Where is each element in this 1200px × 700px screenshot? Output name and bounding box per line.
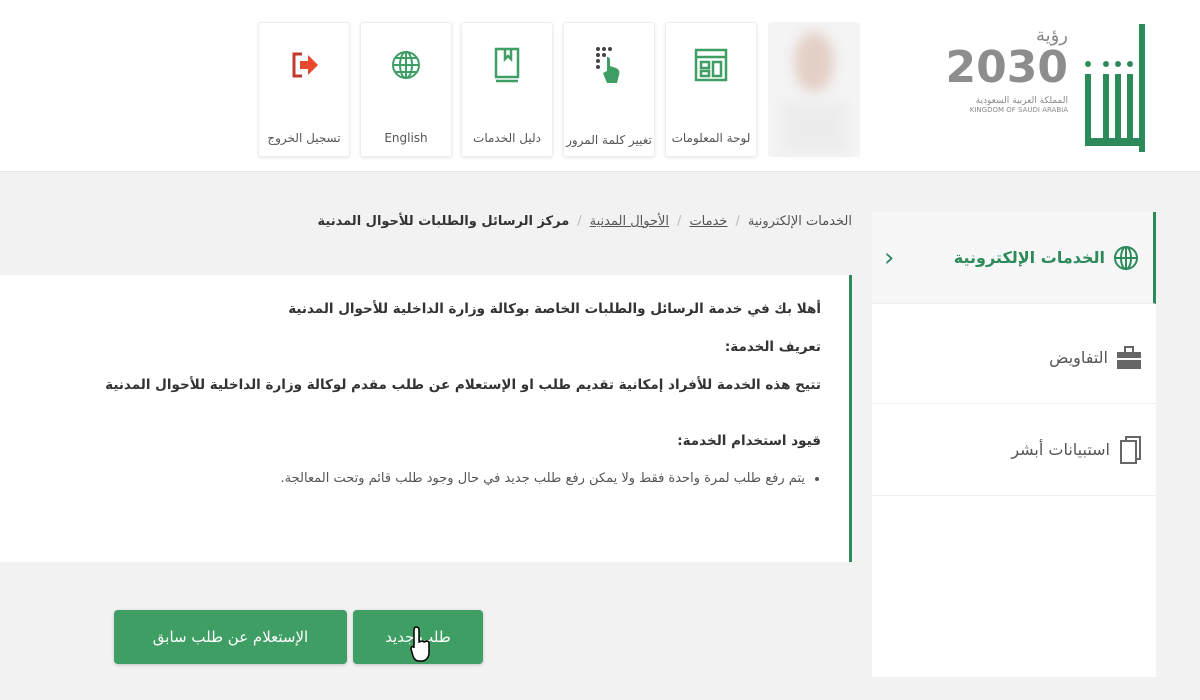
inquire-request-button[interactable]: الإستعلام عن طلب سابق (114, 610, 347, 664)
change-password-button[interactable]: تغيير كلمة المرور (563, 22, 655, 157)
dashboard-icon (694, 45, 728, 85)
breadcrumb-current: مركز الرسائل والطلبات للأحوال المدنية (317, 214, 570, 229)
breadcrumb-civil-affairs[interactable]: الأحوال المدنية (590, 214, 669, 229)
logout-button[interactable]: تسجيل الخروج (258, 22, 350, 157)
breadcrumb: الخدمات الإلكترونية/خدمات/الأحوال المدني… (317, 214, 852, 229)
service-info-card: أهلا بك في خدمة الرسائل والطلبات الخاصة … (0, 275, 852, 562)
user-avatar[interactable] (768, 22, 860, 157)
sidebar-item-surveys[interactable]: استبيانات أبشر (872, 404, 1156, 496)
welcome-text: أهلا بك في خدمة الرسائل والطلبات الخاصة … (288, 301, 821, 317)
globe-icon (1114, 245, 1138, 270)
briefcase-icon (1117, 345, 1141, 369)
sidebar: الخدمات الإلكترونية ‹ التفاويض استبيانات… (872, 212, 1156, 677)
sidebar-item-eservices[interactable]: الخدمات الإلكترونية ‹ (872, 212, 1156, 304)
limits-title: قيود استخدام الخدمة: (677, 433, 821, 449)
sidebar-item-delegations[interactable]: التفاويض (872, 312, 1156, 404)
limit-item: يتم رفع طلب لمرة واحدة فقط ولا يمكن رفع … (0, 471, 805, 486)
breadcrumb-services[interactable]: خدمات (689, 214, 727, 229)
definition-text: تتيح هذه الخدمة للأفراد إمكانية تقديم طل… (105, 377, 821, 393)
services-guide-button[interactable]: دليل الخدمات (461, 22, 553, 157)
definition-title: تعريف الخدمة: (724, 339, 821, 355)
clipboard-icon (1120, 435, 1141, 464)
keypad-hand-icon (593, 45, 625, 85)
vision-2030-logo: رؤية 2030 المملكة العربية السعودية KINGD… (945, 25, 1068, 114)
absher-logo (1075, 22, 1150, 157)
globe-icon (390, 45, 422, 85)
logout-icon (288, 45, 320, 85)
breadcrumb-eservices[interactable]: الخدمات الإلكترونية (748, 214, 852, 229)
chevron-left-icon[interactable]: ‹ (884, 243, 894, 273)
header: تسجيل الخروج English دليل الخدمات تغيير … (0, 0, 1200, 172)
english-button[interactable]: English (360, 22, 452, 157)
hand-cursor-icon (410, 626, 430, 662)
book-icon (493, 45, 521, 85)
dashboard-button[interactable]: لوحة المعلومات (665, 22, 757, 157)
